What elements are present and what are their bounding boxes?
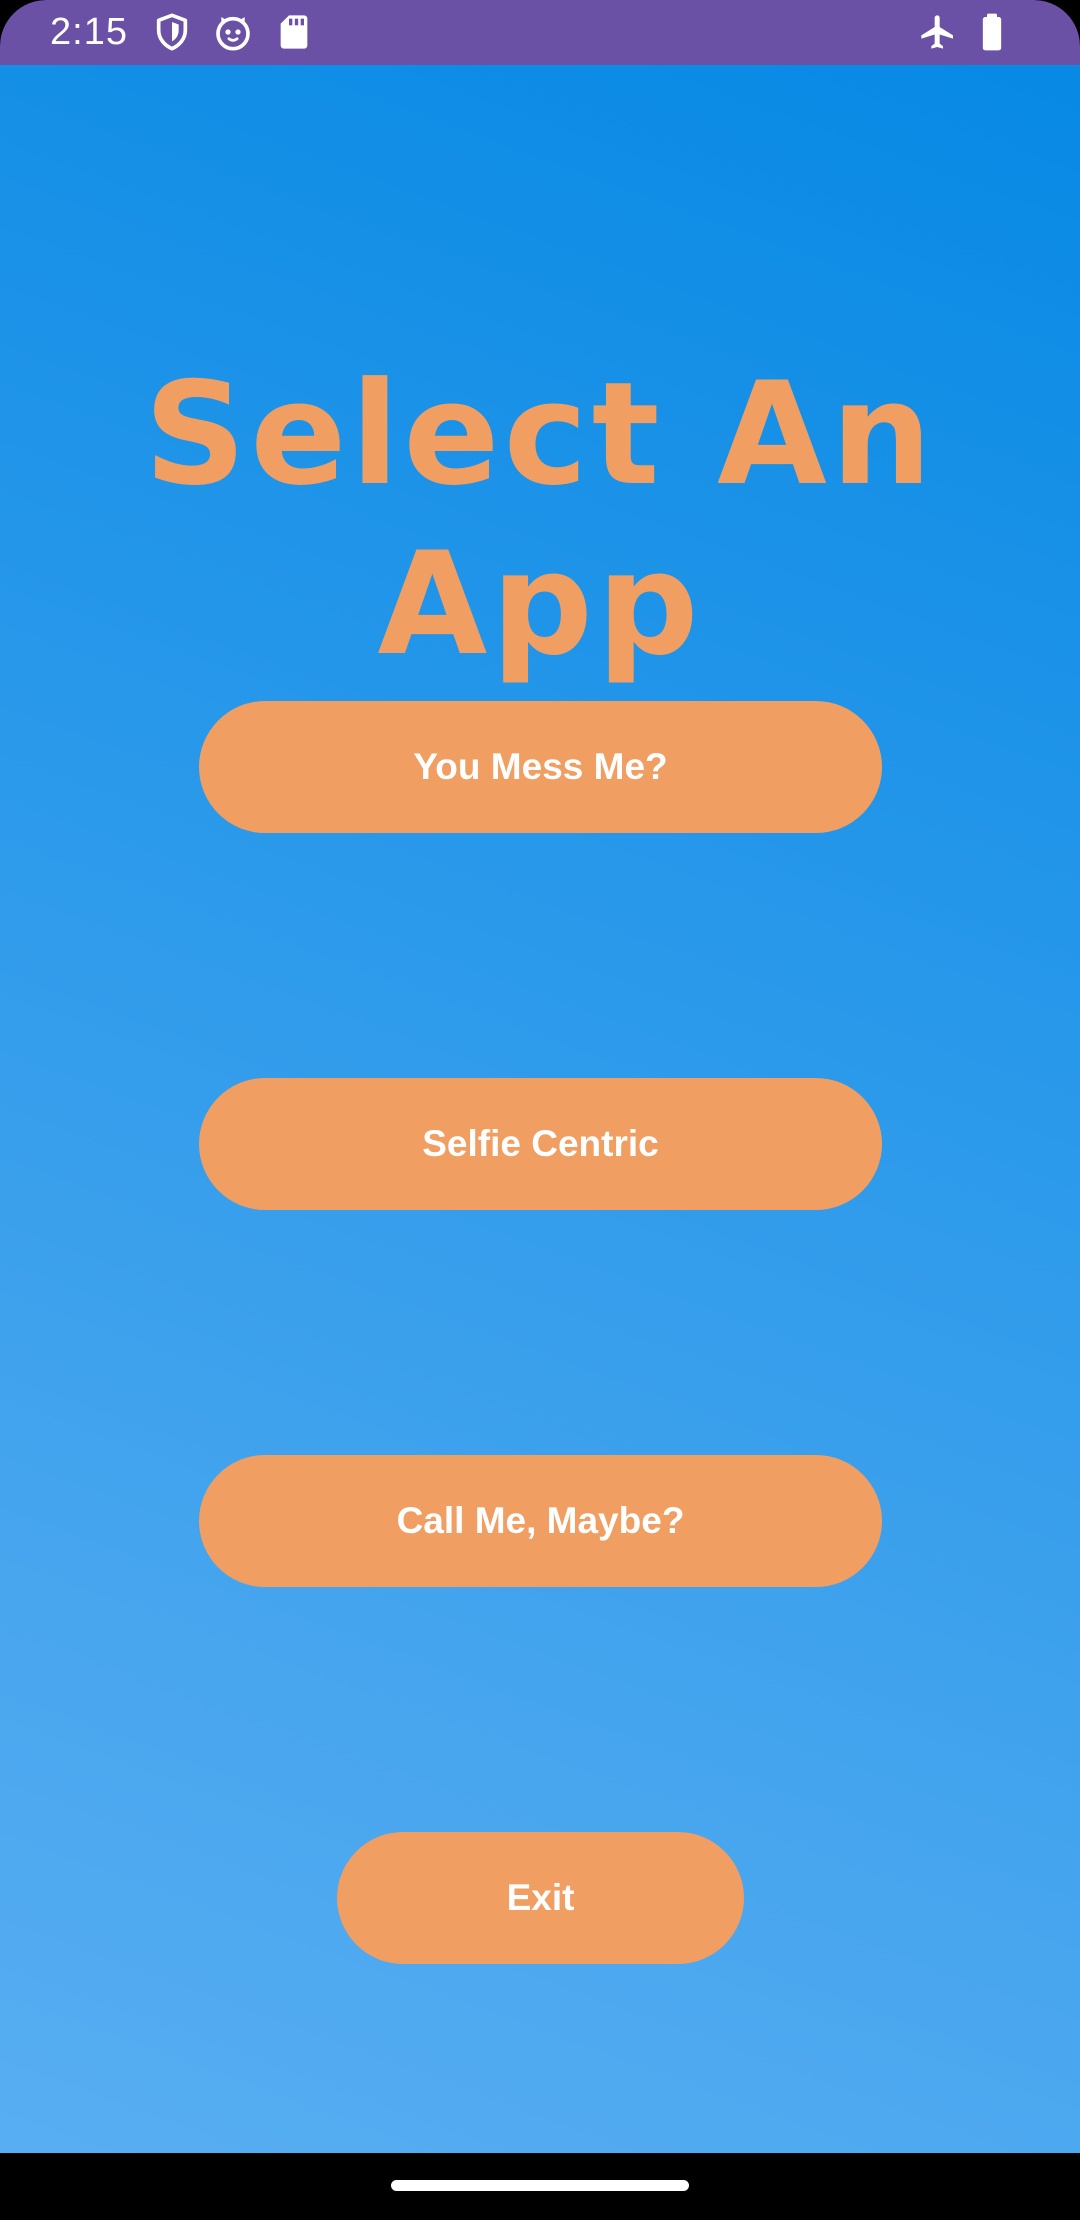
airplane-mode-icon bbox=[918, 12, 958, 52]
home-gesture-handle[interactable] bbox=[391, 2180, 689, 2191]
you-mess-me-button[interactable]: You Mess Me? bbox=[199, 701, 882, 833]
selfie-centric-button[interactable]: Selfie Centric bbox=[199, 1078, 882, 1210]
call-me-maybe-button[interactable]: Call Me, Maybe? bbox=[199, 1455, 882, 1587]
status-bar: 2:15 bbox=[0, 0, 1080, 65]
app-screen: Select An App You Mess Me? Selfie Centri… bbox=[0, 65, 1080, 2153]
phone-frame: 2:15 Select An App You Mess Me? Selfie C… bbox=[0, 0, 1080, 2220]
sd-card-icon bbox=[274, 12, 314, 52]
navigation-bar bbox=[0, 2153, 1080, 2220]
status-time: 2:15 bbox=[50, 11, 128, 53]
exit-button[interactable]: Exit bbox=[337, 1832, 744, 1964]
cat-face-icon bbox=[213, 12, 253, 52]
battery-icon bbox=[972, 12, 1012, 52]
shield-icon bbox=[152, 12, 192, 52]
page-title: Select An App bbox=[143, 352, 937, 687]
